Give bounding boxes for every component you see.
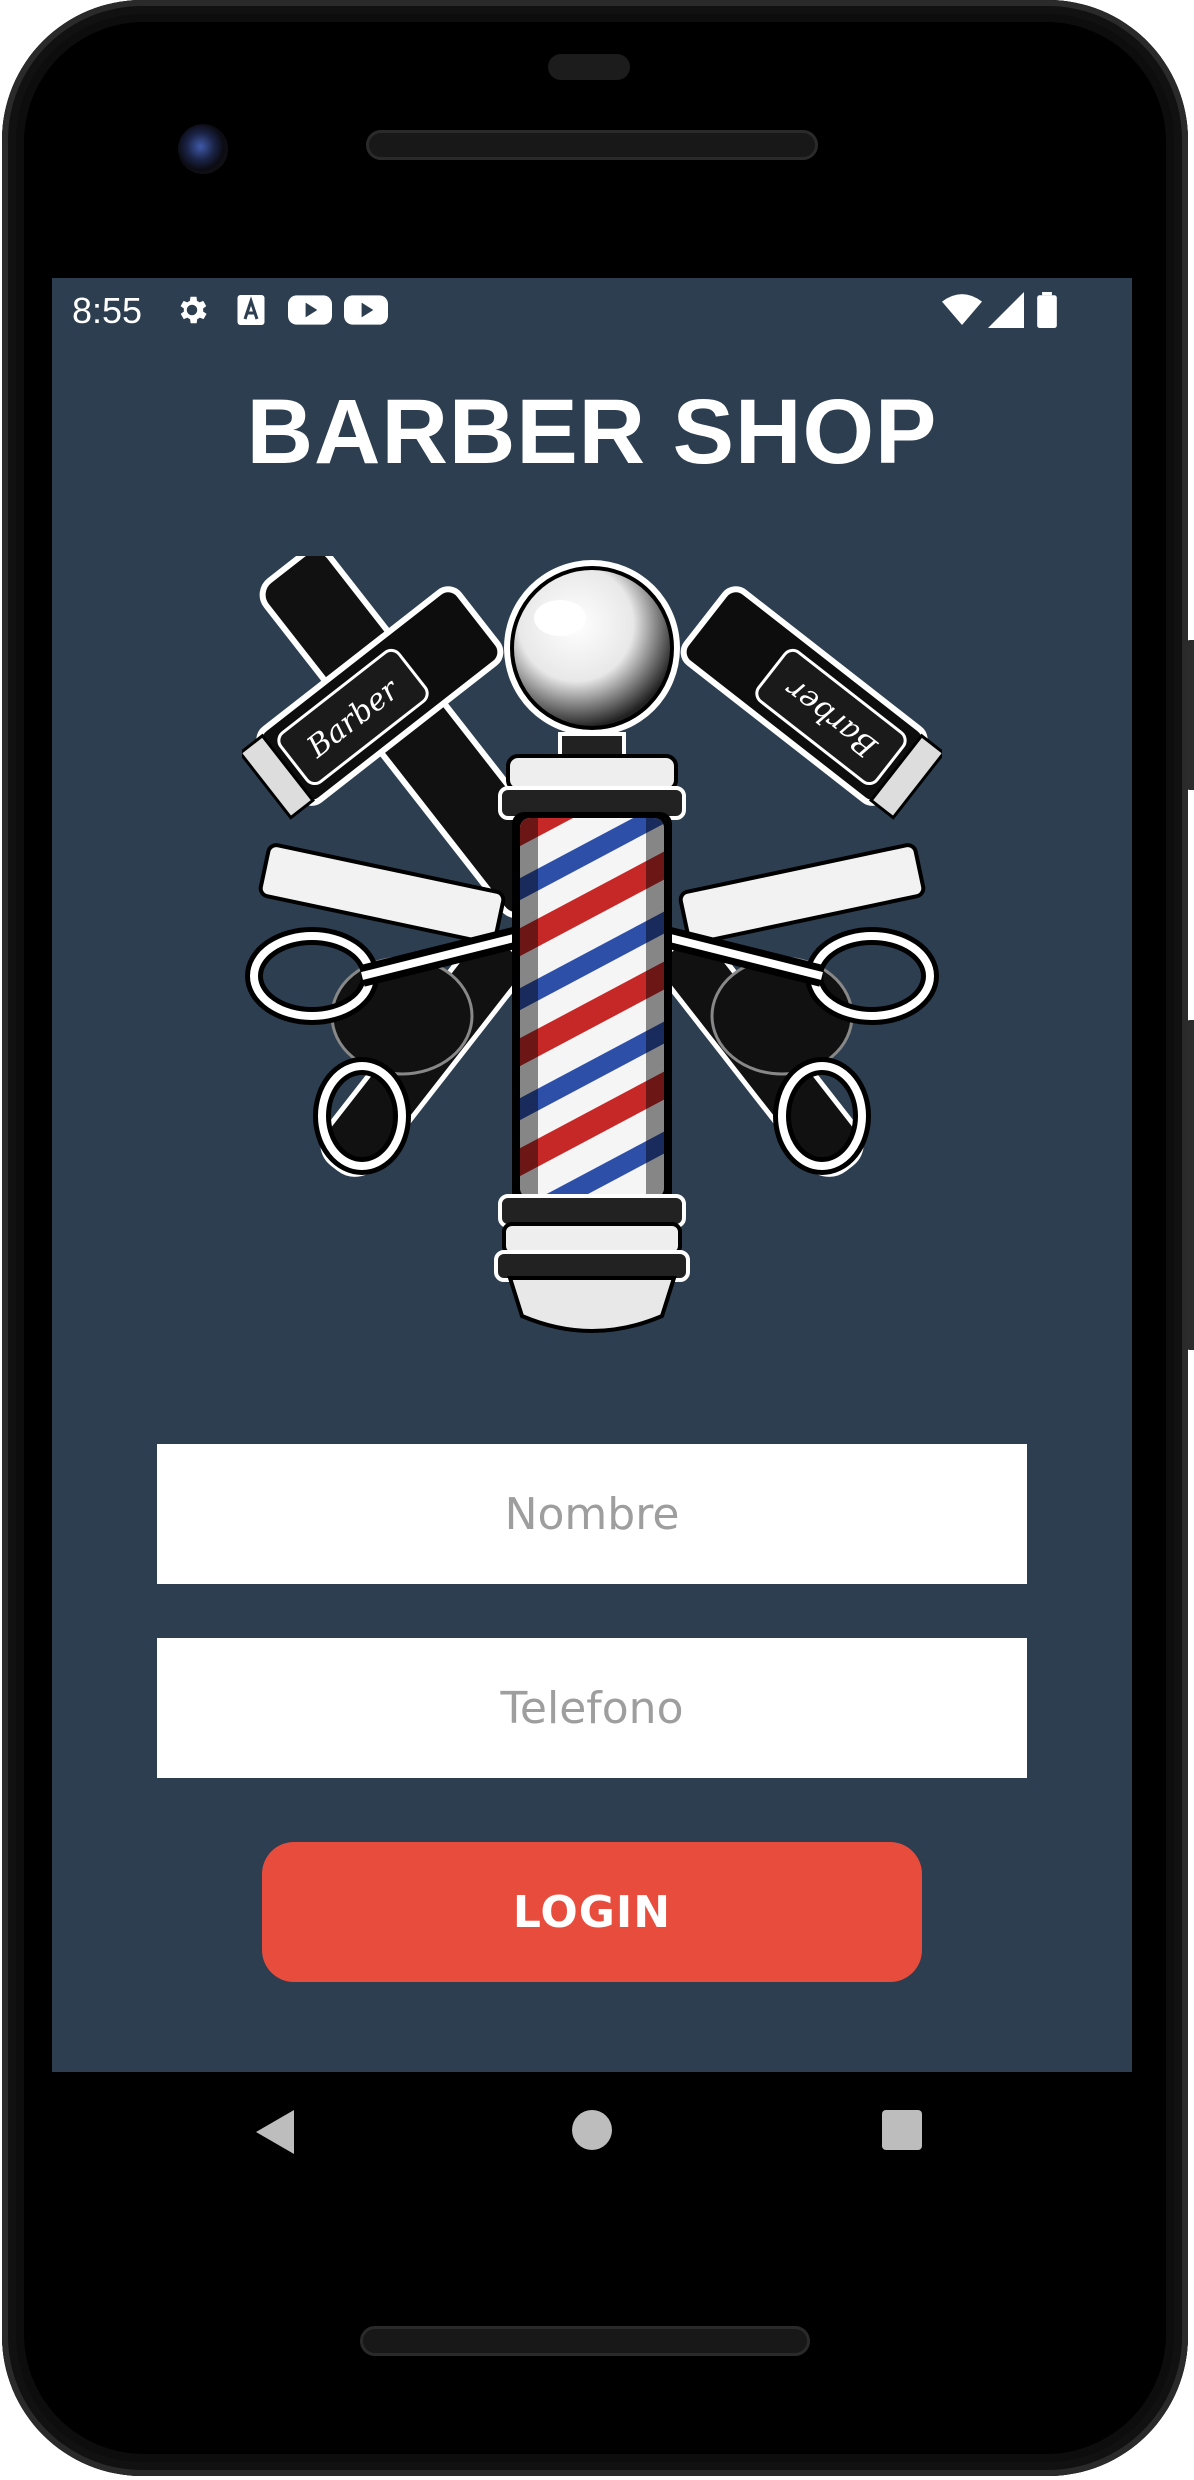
recents-icon[interactable] [882, 2110, 922, 2150]
phone-field[interactable] [157, 1638, 1027, 1778]
top-speaker [366, 130, 818, 160]
app-screen: 8:55 BARBER SHOP Barber Barber Nombre Te… [52, 278, 1132, 2072]
volume-rocker [1186, 1020, 1194, 1350]
youtube-icon [288, 295, 332, 325]
app-title: BARBER SHOP [246, 381, 938, 483]
navigation-bar [0, 2072, 1194, 2202]
earpiece [548, 54, 630, 80]
back-icon[interactable] [256, 2110, 294, 2154]
barber-pole-emblem-icon: Barber Barber [242, 556, 942, 1333]
battery-icon [1037, 292, 1057, 328]
front-camera [178, 124, 228, 174]
name-field[interactable] [157, 1444, 1027, 1584]
home-icon[interactable] [572, 2110, 612, 2150]
signal-icon [988, 292, 1024, 328]
youtube-icon [344, 295, 388, 325]
right-clipper: Barber [680, 586, 942, 820]
power-button [1186, 640, 1194, 790]
wifi-icon [942, 294, 982, 325]
text-a-icon [237, 295, 265, 325]
bottom-speaker [360, 2326, 810, 2356]
gear-icon [180, 296, 207, 324]
login-button[interactable]: LOGIN [262, 1842, 922, 1982]
status-bar: 8:55 [52, 278, 1132, 340]
status-time: 8:55 [72, 290, 143, 331]
